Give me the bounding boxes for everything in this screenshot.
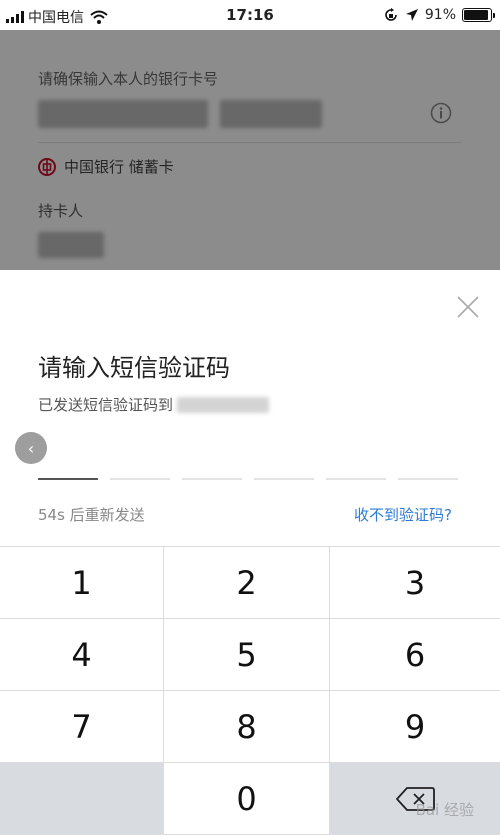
key-0[interactable]: 0	[164, 763, 330, 835]
phone-number-redacted	[177, 396, 270, 413]
numeric-keypad: 1 2 3 4 5 6 7 8 9 0	[0, 546, 500, 836]
code-digit-slot-2[interactable]	[110, 478, 170, 480]
status-right: 91%	[383, 7, 495, 23]
key-6[interactable]: 6	[330, 619, 500, 691]
dim-overlay[interactable]	[0, 30, 500, 270]
key-8[interactable]: 8	[164, 691, 330, 763]
key-5[interactable]: 5	[164, 619, 330, 691]
watermark: Bai 经验	[415, 801, 474, 819]
sent-to-text: 已发送短信验证码到	[38, 396, 174, 414]
sent-to-row: 已发送短信验证码到	[38, 394, 270, 415]
key-7[interactable]: 7	[0, 691, 164, 763]
key-3[interactable]: 3	[330, 547, 500, 619]
key-4[interactable]: 4	[0, 619, 164, 691]
code-digit-slot-1[interactable]	[38, 478, 98, 480]
battery-percent: 91%	[424, 7, 456, 23]
key-2[interactable]: 2	[164, 547, 330, 619]
back-arrow-icon[interactable]: ‹	[15, 432, 47, 464]
status-bar: 中国电信 17:16 91%	[0, 0, 500, 30]
lock-rotation-icon	[385, 8, 397, 21]
sheet-title: 请输入短信验证码	[38, 354, 230, 382]
no-code-link[interactable]: 收不到验证码?	[354, 504, 452, 525]
sms-verification-sheet: 请输入短信验证码 已发送短信验证码到 ‹ 54s 后重新发送 收不到验证码? 1…	[0, 270, 500, 840]
code-digit-slot-3[interactable]	[182, 478, 242, 480]
key-blank	[0, 763, 164, 835]
location-arrow-icon	[405, 9, 418, 21]
key-9[interactable]: 9	[330, 691, 500, 763]
close-icon[interactable]	[455, 294, 481, 320]
resend-countdown: 54s 后重新发送	[38, 506, 145, 524]
key-1[interactable]: 1	[0, 547, 164, 619]
code-digit-slot-6[interactable]	[398, 478, 458, 480]
battery-fill	[464, 10, 488, 20]
battery-icon	[462, 8, 495, 22]
code-digit-slot-4[interactable]	[254, 478, 314, 480]
code-digit-slot-5[interactable]	[326, 478, 386, 480]
